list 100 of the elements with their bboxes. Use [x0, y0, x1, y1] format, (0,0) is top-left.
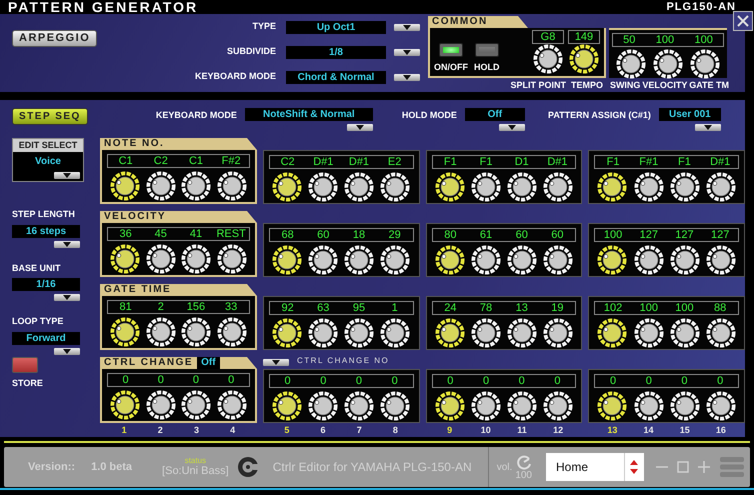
step-value: 36: [118, 228, 133, 240]
step-value: D#1: [709, 156, 732, 168]
knob[interactable]: [597, 318, 628, 348]
value-display: 50: [623, 34, 636, 46]
dropdown-button[interactable]: [54, 294, 80, 301]
caret-icon: [272, 360, 280, 365]
knob[interactable]: [434, 172, 465, 202]
dropdown-value[interactable]: Off: [197, 357, 220, 369]
step-value: F1: [606, 156, 621, 168]
page-select[interactable]: Home: [546, 453, 644, 481]
knob[interactable]: [597, 245, 628, 275]
knob[interactable]: [272, 172, 302, 202]
toggle-label: ON/OFF: [434, 60, 468, 74]
knob[interactable]: [272, 245, 302, 275]
knob[interactable]: [434, 318, 465, 348]
dropdown-button[interactable]: [394, 74, 420, 80]
step-seq-button[interactable]: STEP SEQ: [12, 108, 88, 125]
step-value: REST: [216, 228, 246, 240]
field-label: BASE UNIT: [12, 262, 62, 274]
store-button[interactable]: [12, 356, 38, 372]
step-number: 8: [392, 424, 399, 436]
dropdown-value[interactable]: Off: [464, 108, 525, 121]
step-number: 12: [552, 424, 564, 436]
step-value: 127: [710, 229, 730, 241]
dropdown-value[interactable]: Forward: [12, 332, 80, 344]
dropdown-button[interactable]: [54, 240, 80, 248]
step-number: 5: [283, 424, 290, 436]
toggle-button[interactable]: [439, 42, 463, 56]
step-value: 1: [390, 302, 399, 314]
dropdown-button[interactable]: [54, 172, 80, 179]
toggle-label: HOLD: [474, 60, 500, 74]
store-label: STORE: [12, 376, 44, 390]
step-value: 100: [638, 302, 659, 314]
knob[interactable]: [434, 391, 465, 421]
step-value: 88: [713, 302, 728, 314]
step-value: C1: [188, 155, 204, 167]
step-value: F#2: [220, 155, 242, 167]
knob[interactable]: [110, 244, 140, 274]
dropdown-button[interactable]: [394, 48, 420, 56]
dropdown-button[interactable]: [694, 124, 721, 131]
field-label: HOLD MODE: [400, 109, 457, 122]
knob[interactable]: [110, 390, 140, 420]
knob[interactable]: [597, 172, 628, 202]
close-button[interactable]: [733, 11, 753, 31]
knob-label: SWING: [610, 79, 640, 92]
knob[interactable]: [110, 171, 140, 201]
dropdown-button[interactable]: [346, 124, 373, 131]
step-value: 0: [446, 375, 454, 387]
step-number: 11: [516, 424, 528, 436]
step-number: 2: [156, 424, 164, 436]
step-number: 9: [446, 424, 454, 436]
value-display: 149: [568, 30, 600, 44]
dropdown-value[interactable]: 1/16: [12, 278, 80, 291]
step-value: 80: [443, 229, 458, 241]
knob[interactable]: [434, 245, 465, 275]
dropdown-value[interactable]: 16 steps: [12, 224, 80, 238]
knob[interactable]: [110, 317, 140, 347]
step-value: 81: [118, 301, 133, 313]
status-label: status: [184, 456, 206, 465]
step-value: 95: [352, 302, 366, 314]
field-label: STEP LENGTH: [12, 208, 76, 221]
reel-logo-icon: [236, 456, 259, 478]
caret-icon: [508, 125, 516, 130]
step-value: 29: [388, 229, 402, 241]
panel-title: EDIT SELECT: [13, 139, 83, 152]
step-value: 156: [186, 301, 206, 313]
step-value: F1: [677, 156, 692, 168]
caret-icon: [403, 74, 411, 80]
dropdown-value[interactable]: User 001: [658, 108, 721, 121]
arpeggio-button[interactable]: ARPEGGIO: [12, 30, 98, 47]
step-value: F#1: [638, 156, 660, 168]
dropdown-button[interactable]: [54, 348, 80, 354]
step-number: 6: [320, 424, 327, 436]
step-value: 0: [192, 374, 200, 386]
step-value: 0: [390, 375, 399, 387]
step-value: C2: [152, 155, 169, 167]
knob[interactable]: [569, 44, 599, 74]
step-value: 45: [154, 228, 168, 240]
step-value: 60: [514, 229, 529, 241]
dropdown-button[interactable]: [263, 359, 289, 366]
step-value: F1: [442, 156, 458, 168]
caret-icon: [704, 125, 712, 130]
knob-label: TEMPO: [570, 79, 604, 92]
knob[interactable]: [597, 391, 628, 421]
dropdown-button[interactable]: [394, 24, 420, 30]
knob-label: GATE TM: [689, 79, 730, 92]
step-value: 0: [553, 375, 562, 387]
knob[interactable]: [272, 391, 302, 421]
field-label: CTRL CHANGE NO: [297, 355, 390, 367]
knob[interactable]: [272, 318, 302, 348]
product-logo: PLG150-AN: [666, 1, 736, 13]
dropdown-value[interactable]: 1/8: [286, 46, 386, 58]
step-value: 18: [352, 229, 366, 241]
dropdown-value[interactable]: Up Oct1: [286, 20, 386, 34]
dropdown-button[interactable]: [498, 124, 525, 131]
toggle-button[interactable]: [474, 42, 499, 56]
dropdown-value[interactable]: Chord & Normal: [286, 70, 386, 84]
value-display: 100: [656, 34, 674, 46]
step-value: D#1: [312, 156, 334, 168]
dropdown-value[interactable]: NoteShift & Normal: [244, 108, 373, 121]
